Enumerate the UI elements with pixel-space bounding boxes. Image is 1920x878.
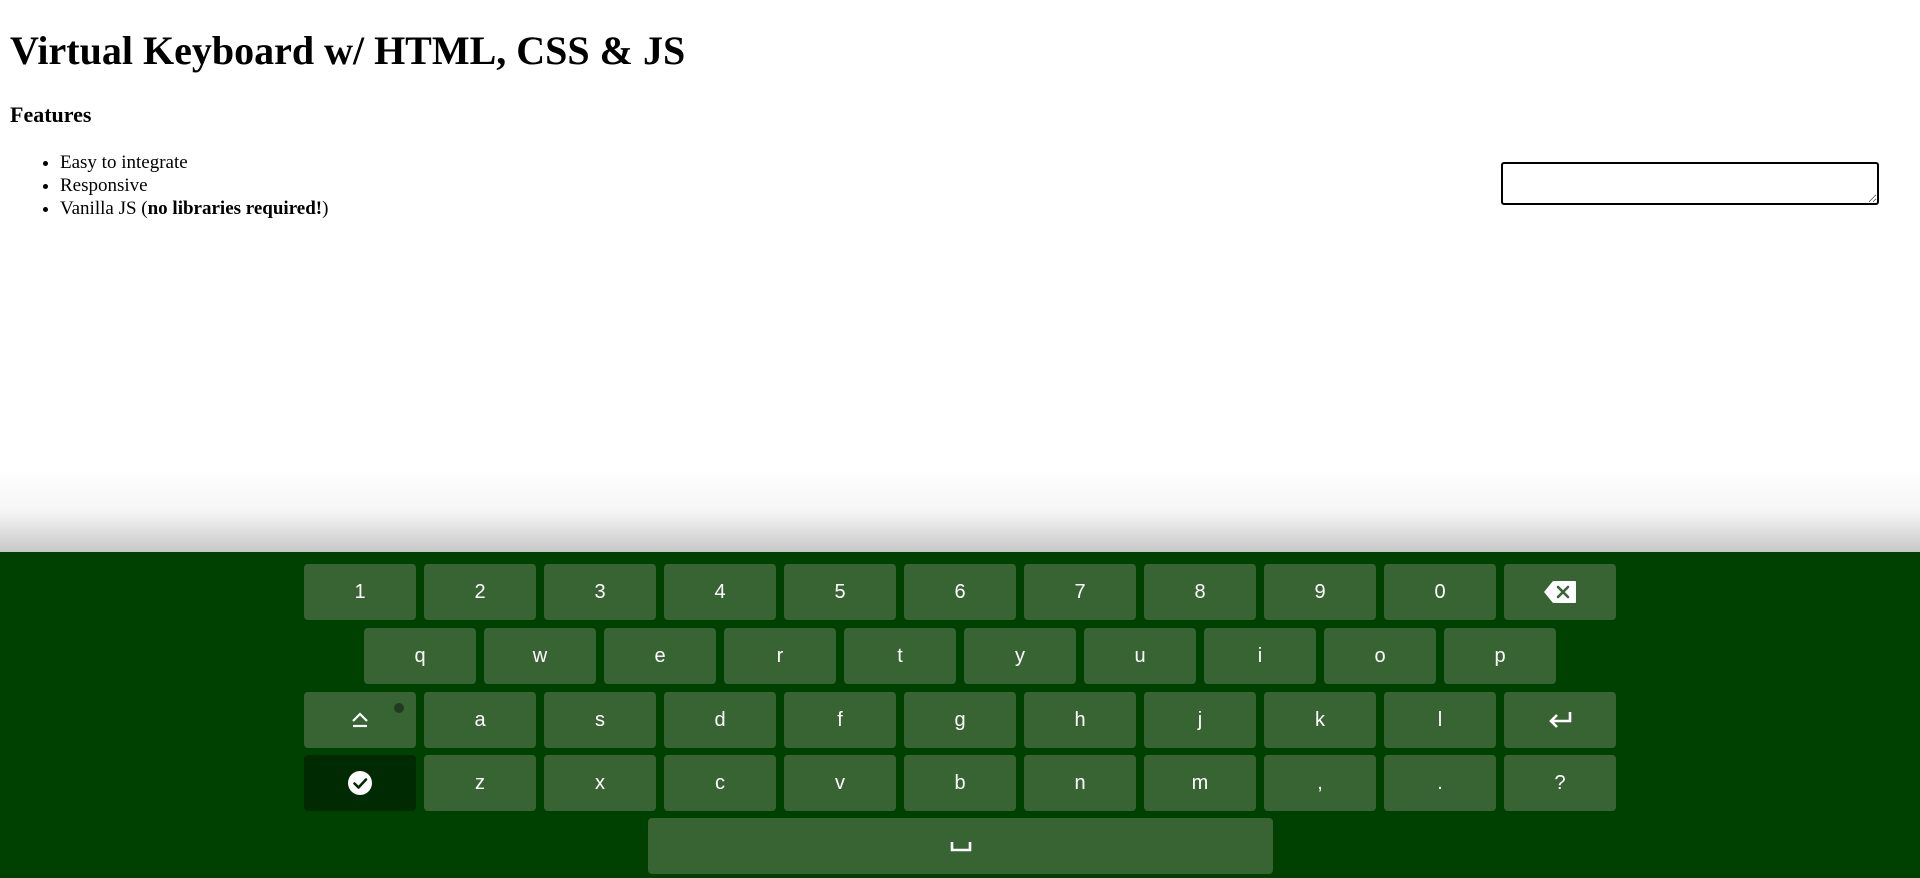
backspace-key[interactable] <box>1504 564 1616 620</box>
caps-indicator-dot <box>394 703 404 713</box>
key-t[interactable]: t <box>844 628 956 684</box>
feature-text: Vanilla JS ( <box>60 198 148 219</box>
text-input[interactable] <box>1501 162 1879 205</box>
features-list: Easy to integrate Responsive Vanilla JS … <box>10 151 328 220</box>
space-key[interactable] <box>648 818 1273 874</box>
feature-item: Vanilla JS (no libraries required!) <box>60 197 328 220</box>
key-9[interactable]: 9 <box>1264 564 1376 620</box>
feature-item: Easy to integrate <box>60 151 328 174</box>
page: Virtual Keyboard w/ HTML, CSS & JS Featu… <box>0 0 1920 878</box>
key-r[interactable]: r <box>724 628 836 684</box>
space-bar-icon <box>950 839 972 853</box>
enter-key[interactable] <box>1504 692 1616 748</box>
key-x[interactable]: x <box>544 755 656 811</box>
key-6[interactable]: 6 <box>904 564 1016 620</box>
key-y[interactable]: y <box>964 628 1076 684</box>
done-key[interactable] <box>304 755 416 811</box>
key-j[interactable]: j <box>1144 692 1256 748</box>
virtual-keyboard: 1 2 3 4 5 6 7 8 9 0 q w e r t y u i o p <box>0 552 1920 878</box>
feature-item: Responsive <box>60 174 328 197</box>
key-period[interactable]: . <box>1384 755 1496 811</box>
page-title: Virtual Keyboard w/ HTML, CSS & JS <box>10 28 686 73</box>
key-q[interactable]: q <box>364 628 476 684</box>
key-0[interactable]: 0 <box>1384 564 1496 620</box>
feature-text: ) <box>322 198 329 219</box>
key-question[interactable]: ? <box>1504 755 1616 811</box>
feature-bold-text: no libraries required! <box>147 198 323 219</box>
keyboard-shadow <box>0 470 1920 552</box>
key-comma[interactable]: , <box>1264 755 1376 811</box>
key-d[interactable]: d <box>664 692 776 748</box>
key-4[interactable]: 4 <box>664 564 776 620</box>
key-k[interactable]: k <box>1264 692 1376 748</box>
key-e[interactable]: e <box>604 628 716 684</box>
key-i[interactable]: i <box>1204 628 1316 684</box>
key-w[interactable]: w <box>484 628 596 684</box>
key-l[interactable]: l <box>1384 692 1496 748</box>
key-7[interactable]: 7 <box>1024 564 1136 620</box>
key-z[interactable]: z <box>424 755 536 811</box>
key-2[interactable]: 2 <box>424 564 536 620</box>
key-p[interactable]: p <box>1444 628 1556 684</box>
key-n[interactable]: n <box>1024 755 1136 811</box>
key-c[interactable]: c <box>664 755 776 811</box>
check-circle-icon <box>347 770 373 796</box>
features-heading: Features <box>10 102 92 127</box>
key-8[interactable]: 8 <box>1144 564 1256 620</box>
key-a[interactable]: a <box>424 692 536 748</box>
key-u[interactable]: u <box>1084 628 1196 684</box>
enter-icon <box>1547 710 1573 730</box>
key-1[interactable]: 1 <box>304 564 416 620</box>
key-v[interactable]: v <box>784 755 896 811</box>
backspace-icon <box>1544 581 1576 603</box>
key-s[interactable]: s <box>544 692 656 748</box>
caps-lock-icon <box>351 711 369 729</box>
key-f[interactable]: f <box>784 692 896 748</box>
key-5[interactable]: 5 <box>784 564 896 620</box>
key-b[interactable]: b <box>904 755 1016 811</box>
caps-lock-key[interactable] <box>304 692 416 748</box>
key-h[interactable]: h <box>1024 692 1136 748</box>
key-3[interactable]: 3 <box>544 564 656 620</box>
key-m[interactable]: m <box>1144 755 1256 811</box>
key-o[interactable]: o <box>1324 628 1436 684</box>
key-g[interactable]: g <box>904 692 1016 748</box>
